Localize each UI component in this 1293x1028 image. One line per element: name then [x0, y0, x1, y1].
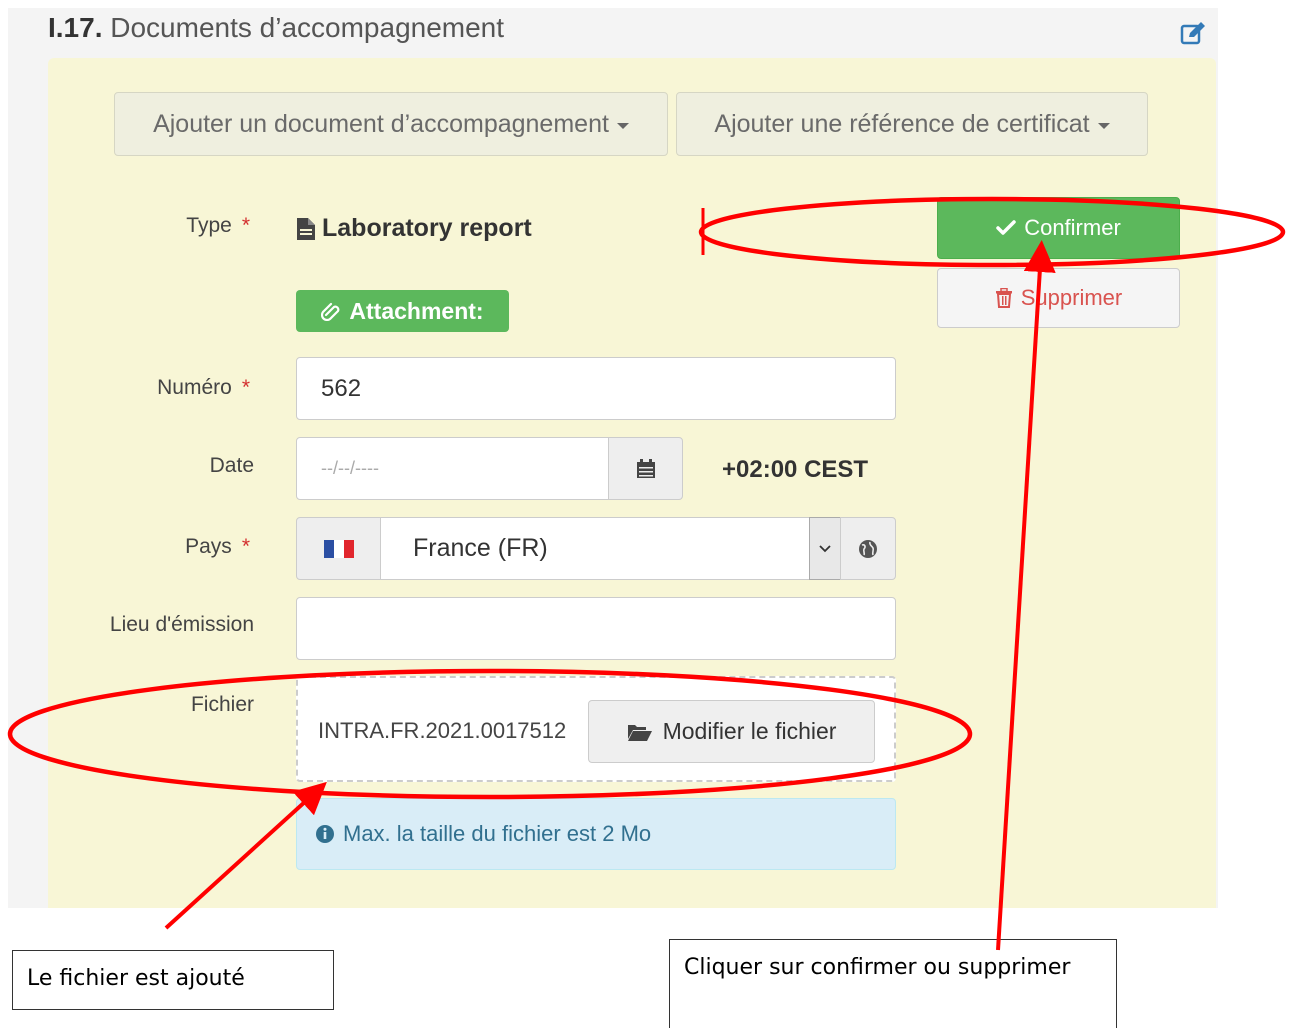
required-mark: *	[241, 376, 250, 399]
callout-confirm-delete: Cliquer sur confirmer ou supprimer	[669, 939, 1117, 1028]
globe-button[interactable]	[840, 517, 896, 580]
timezone-label: +02:00 CEST	[722, 456, 869, 483]
file-label: Fichier	[190, 693, 254, 716]
info-circle-icon	[316, 825, 334, 843]
add-document-label: Ajouter un document d’accompagnement	[153, 109, 609, 138]
modify-file-label: Modifier le fichier	[662, 718, 837, 744]
place-label: Lieu d'émission	[109, 613, 254, 636]
number-label: Numéro *	[50, 376, 250, 400]
section-header: I.17. Documents d’accompagnement	[48, 12, 504, 44]
file-size-info: Max. la taille du fichier est 2 Mo	[296, 798, 896, 870]
file-dropzone[interactable]: INTRA.FR.2021.0017512 Modifier le fichie…	[296, 676, 896, 782]
required-mark: *	[241, 535, 250, 558]
place-input[interactable]	[296, 597, 896, 660]
confirm-button[interactable]: Confirmer	[937, 197, 1180, 259]
add-document-dropdown[interactable]: Ajouter un document d’accompagnement	[114, 92, 668, 156]
check-icon	[996, 220, 1016, 235]
date-input[interactable]: --/--/----	[296, 437, 609, 500]
calendar-button[interactable]	[608, 437, 683, 500]
number-label-text: Numéro	[157, 376, 232, 399]
country-flag	[296, 517, 381, 580]
file-text-icon	[297, 217, 315, 240]
type-value-text: Laboratory report	[322, 214, 532, 242]
chevron-down-icon	[819, 544, 831, 552]
edit-icon[interactable]	[1180, 22, 1206, 46]
attachment-badge: Attachment:	[296, 290, 509, 332]
confirm-button-label: Confirmer	[1024, 215, 1121, 240]
required-mark: *	[241, 214, 250, 237]
file-size-info-text: Max. la taille du fichier est 2 Mo	[343, 821, 652, 846]
calendar-icon	[636, 458, 655, 478]
delete-button-label: Supprimer	[1020, 285, 1123, 310]
date-label: Date	[209, 454, 254, 477]
trash-icon	[995, 288, 1012, 308]
file-name: INTRA.FR.2021.0017512	[318, 718, 567, 743]
country-select[interactable]: France (FR)	[380, 517, 810, 580]
type-label-text: Type	[186, 214, 232, 237]
callout-file-added: Le fichier est ajouté	[12, 950, 334, 1010]
modify-file-button[interactable]: Modifier le fichier	[588, 700, 875, 763]
folder-open-icon	[627, 724, 652, 741]
france-flag-icon	[323, 539, 354, 558]
type-value: Laboratory report	[296, 214, 532, 243]
country-label-text: Pays	[185, 535, 232, 558]
section-number: I.17.	[48, 12, 103, 43]
chevron-down-icon	[1097, 122, 1110, 129]
add-certificate-reference-dropdown[interactable]: Ajouter une référence de certificat	[676, 92, 1148, 156]
type-label: Type *	[50, 214, 250, 238]
attachment-badge-text: Attachment:	[349, 297, 484, 324]
globe-icon	[859, 539, 877, 558]
chevron-down-icon	[616, 122, 629, 129]
section-title: Documents d’accompagnement	[110, 12, 505, 43]
number-input[interactable]: 562	[296, 357, 896, 420]
paperclip-icon	[321, 302, 340, 321]
add-certificate-reference-label: Ajouter une référence de certificat	[714, 109, 1090, 138]
delete-button[interactable]: Supprimer	[937, 268, 1180, 328]
country-select-arrow[interactable]	[809, 517, 841, 580]
country-label: Pays *	[50, 535, 250, 559]
